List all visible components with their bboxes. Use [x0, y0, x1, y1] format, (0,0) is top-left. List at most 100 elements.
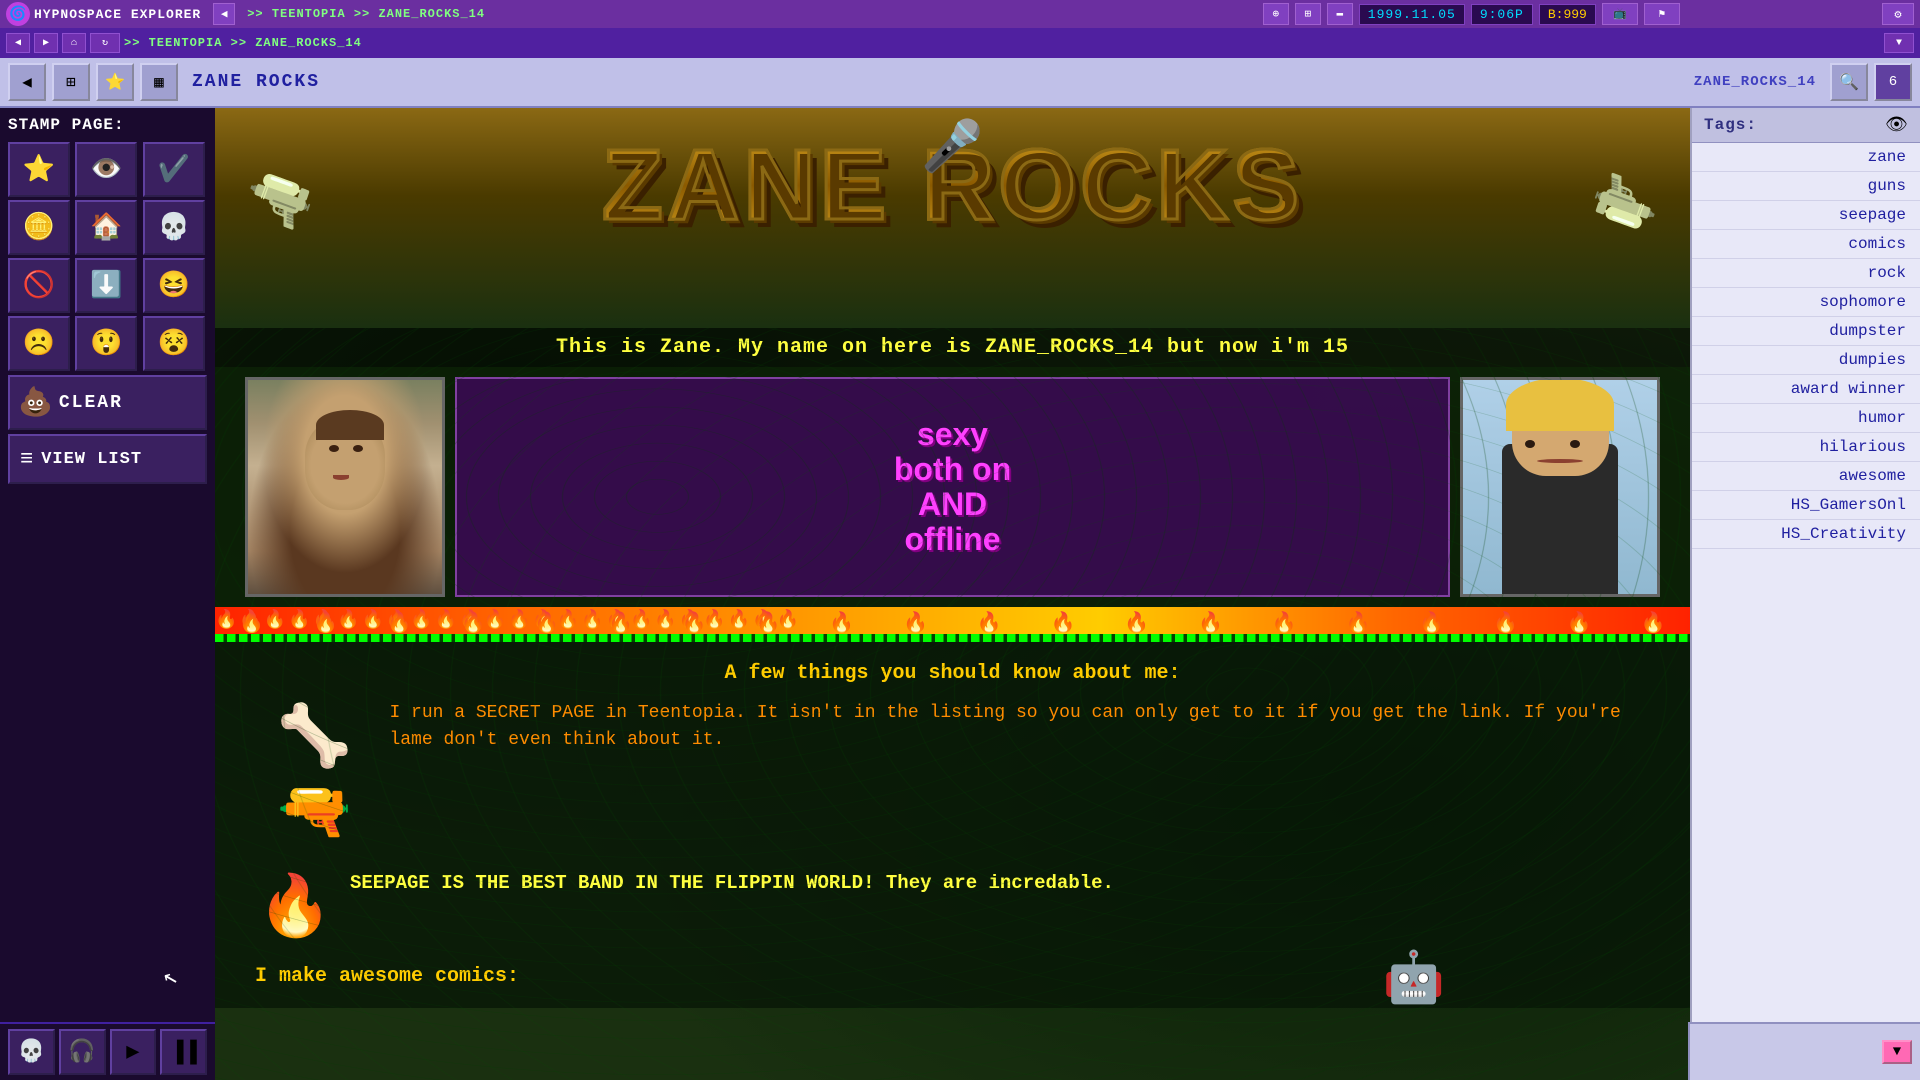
user-avatar[interactable]: 6	[1874, 63, 1912, 101]
stamp-down[interactable]: ⬇️	[75, 258, 137, 313]
fire13: 🔥	[1124, 615, 1149, 635]
tag-sophomore[interactable]: sophomore	[1692, 288, 1920, 317]
stamp-coin[interactable]: 🪙	[8, 200, 70, 255]
stamp-skull[interactable]: 💀	[143, 200, 205, 255]
stamp-shocked[interactable]: 😲	[75, 316, 137, 371]
status-icon3[interactable]: ▬	[1327, 3, 1353, 25]
tag-awesome[interactable]: awesome	[1692, 462, 1920, 491]
clear-label: CLEAR	[59, 393, 123, 413]
tag-seepage[interactable]: seepage	[1692, 201, 1920, 230]
title-area: ZANE ROCKS 🔫 🔫 🎤	[215, 108, 1690, 328]
addr-refresh[interactable]: ↻	[90, 33, 120, 53]
fire2: 🔥	[313, 615, 338, 635]
addr-forward[interactable]: ▶	[34, 33, 58, 53]
settings-btn[interactable]: ⚙	[1882, 3, 1914, 25]
volume-btn[interactable]: ▐▐	[160, 1029, 207, 1075]
fire18: 🔥	[1493, 615, 1518, 635]
photo-section: sexy both on AND offline	[215, 367, 1690, 607]
tags-eye-icon[interactable]: 👁	[1885, 114, 1908, 136]
photo-face-1	[248, 380, 442, 594]
mic-decoration: 🎤	[921, 118, 983, 179]
status-icon1[interactable]: ⊕	[1263, 3, 1289, 25]
center-content: ZANE ROCKS 🔫 🔫 🎤 This is Zane. My name o…	[215, 108, 1690, 1080]
page-background: ZANE ROCKS 🔫 🔫 🎤 This is Zane. My name o…	[215, 108, 1690, 1080]
tag-dumpster[interactable]: dumpster	[1692, 317, 1920, 346]
view-list-button[interactable]: ≡ VIEW LIST	[8, 434, 207, 484]
page-title: ZANE ROCKS	[192, 72, 320, 92]
stamp-no[interactable]: 🚫	[8, 258, 70, 313]
fire17: 🔥	[1419, 615, 1444, 635]
home-button[interactable]: ⊞	[52, 63, 90, 101]
tag-hilarious[interactable]: hilarious	[1692, 433, 1920, 462]
poop-icon: 💩	[18, 385, 53, 420]
tags-label: Tags:	[1704, 116, 1757, 134]
right-panel: Tags: 👁 zane guns seepage comics rock so…	[1690, 108, 1920, 1080]
stamp-label: STAMP PAGE:	[8, 116, 207, 134]
addr-menu[interactable]: ▼	[1884, 33, 1914, 53]
info-text-2: SEEPAGE IS THE BEST BAND IN THE FLIPPIN …	[350, 870, 1114, 897]
tag-comics[interactable]: comics	[1692, 230, 1920, 259]
stamp-laugh[interactable]: 😆	[143, 258, 205, 313]
fire3: 🔥	[387, 615, 412, 635]
back-btn[interactable]: ◀	[213, 3, 235, 25]
right-controls: ⚙	[1882, 3, 1914, 25]
subtitle-bar: This is Zane. My name on here is ZANE_RO…	[215, 328, 1690, 367]
cartoon-character	[1463, 380, 1657, 594]
fire-icon: 🔥	[255, 870, 335, 945]
stamp-sad[interactable]: ☹️	[8, 316, 70, 371]
main-area: STAMP PAGE: ⭐ 👁️ ✔️ 🪙 🏠 💀 🚫 ⬇️ 😆 ☹️ 😲 😵 …	[0, 108, 1920, 1080]
app-title: HYPNOSPACE EXPLORER	[34, 7, 201, 22]
address-bar: ◀ ▶ ⌂ ↻ >> TEENTOPIA >> ZANE_ROCKS_14 ▼	[0, 28, 1920, 58]
fire19: 🔥	[1567, 615, 1592, 635]
pink-scroll-btn[interactable]: ▼	[1882, 1040, 1912, 1064]
addr-home[interactable]: ⌂	[62, 33, 86, 53]
gun-decoration-right: 🔫	[1582, 158, 1669, 244]
fire12: 🔥	[1051, 615, 1076, 635]
cursor-area: ↖	[8, 488, 207, 1072]
fire8: 🔥	[756, 615, 781, 635]
robot-icon: 🤖	[1383, 949, 1445, 1010]
icon-flag[interactable]: ⚑	[1644, 3, 1680, 25]
tag-zane[interactable]: zane	[1692, 143, 1920, 172]
top-bar: 🌀 HYPNOSPACE EXPLORER ◀ >> TEENTOPIA >> …	[0, 0, 1920, 28]
status-icon2[interactable]: ⊞	[1295, 3, 1321, 25]
tag-hs-creativity[interactable]: HS_Creativity	[1692, 520, 1920, 549]
tag-rock[interactable]: rock	[1692, 259, 1920, 288]
bottom-left-bar: 💀 🎧 ▶ ▐▐	[0, 1022, 215, 1080]
fire15: 🔥	[1272, 615, 1297, 635]
fire14: 🔥	[1198, 615, 1223, 635]
grid-button[interactable]: ▦	[140, 63, 178, 101]
fire5: 🔥	[534, 615, 559, 635]
tag-hs-gamers[interactable]: HS_GamersOnl	[1692, 491, 1920, 520]
headphones-btn[interactable]: 🎧	[59, 1029, 106, 1075]
stamp-eye[interactable]: 👁️	[75, 142, 137, 197]
tag-dumpies[interactable]: dumpies	[1692, 346, 1920, 375]
stamp-star[interactable]: ⭐	[8, 142, 70, 197]
fire4: 🔥	[461, 615, 486, 635]
clear-button[interactable]: 💩 CLEAR	[8, 375, 207, 430]
stamp-dizzy[interactable]: 😵	[143, 316, 205, 371]
play-btn[interactable]: ▶	[110, 1029, 157, 1075]
tag-award-winner[interactable]: award winner	[1692, 375, 1920, 404]
addr-back[interactable]: ◀	[6, 33, 30, 53]
icon-tv[interactable]: 📺	[1602, 3, 1638, 25]
cursor-icon: ↖	[159, 961, 181, 994]
fire10: 🔥	[903, 615, 928, 635]
fire6: 🔥	[608, 615, 633, 635]
tag-list: zane guns seepage comics rock sophomore …	[1692, 143, 1920, 549]
skull-bottom-btn[interactable]: 💀	[8, 1029, 55, 1075]
stamp-check[interactable]: ✔️	[143, 142, 205, 197]
stamp-house[interactable]: 🏠	[75, 200, 137, 255]
search-button[interactable]: 🔍	[1830, 63, 1868, 101]
current-path: >> TEENTOPIA >> ZANE_ROCKS_14	[124, 36, 1880, 50]
gun-decoration-left: 🔫	[236, 158, 323, 244]
tag-humor[interactable]: humor	[1692, 404, 1920, 433]
back-button[interactable]: ◀	[8, 63, 46, 101]
subtitle-text: This is Zane. My name on here is ZANE_RO…	[235, 336, 1670, 359]
date-display: 1999.11.05	[1359, 4, 1465, 25]
fire20: 🔥	[1641, 615, 1666, 635]
bookmark-button[interactable]: ⭐	[96, 63, 134, 101]
tag-guns[interactable]: guns	[1692, 172, 1920, 201]
center-status: ⊕ ⊞ ▬ 1999.11.05 9:06P B:999 📺 ⚑	[1065, 3, 1878, 25]
fire-divider: 🔥🔥🔥🔥🔥🔥🔥🔥🔥🔥🔥🔥🔥🔥🔥🔥🔥🔥🔥🔥	[215, 607, 1690, 642]
